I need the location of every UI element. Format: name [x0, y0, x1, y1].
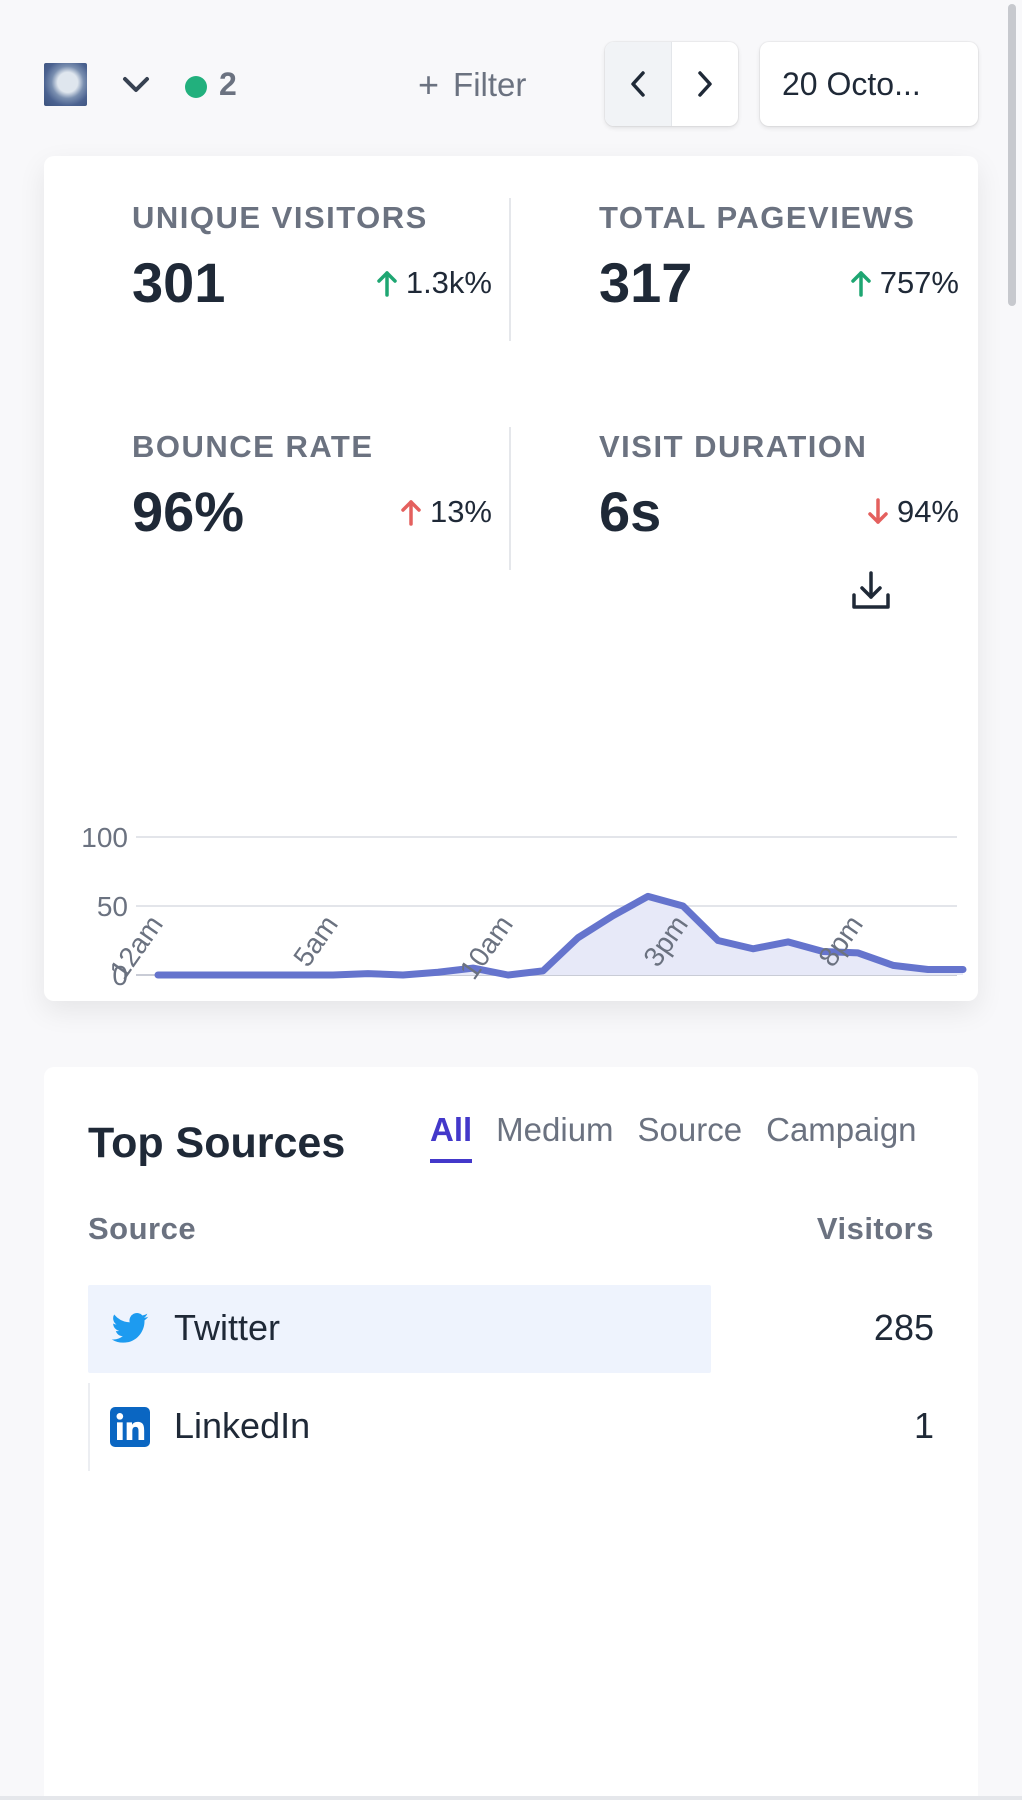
date-picker-button[interactable]: 20 Octo...: [760, 42, 978, 126]
live-status-dot: [185, 76, 207, 98]
source-column-header: Source: [88, 1211, 197, 1246]
stat-bounce-rate[interactable]: BOUNCE RATE 96% 13%: [132, 429, 492, 544]
chart-y-tick-label: 50: [97, 891, 128, 922]
stat-change-value: 1.3k%: [405, 264, 492, 300]
stat-label: BOUNCE RATE: [132, 429, 374, 464]
stat-change-value: 13%: [429, 493, 492, 529]
plus-icon: +: [418, 64, 440, 105]
download-icon[interactable]: [849, 569, 893, 613]
stat-unique-visitors[interactable]: UNIQUE VISITORS 301 1.3k%: [132, 200, 492, 315]
row-share-bar: [88, 1383, 90, 1471]
stat-visit-duration[interactable]: VISIT DURATION 6s 94%: [599, 429, 959, 544]
stat-divider: [509, 198, 511, 341]
previous-period-button[interactable]: [605, 42, 672, 126]
stat-change-value: 757%: [879, 264, 959, 300]
linkedin-icon: [110, 1407, 150, 1447]
chevron-right-icon: [698, 71, 712, 97]
arrow-down-icon: [868, 497, 888, 524]
visitors-chart[interactable]: 05010012am 5am 10am 3pm 8pm: [44, 656, 978, 1001]
chart-y-tick-label: 100: [81, 822, 128, 853]
top-bar: 2 + Filter 20 Octo...: [0, 0, 1022, 150]
chevron-down-icon[interactable]: [120, 70, 152, 100]
stat-label: UNIQUE VISITORS: [132, 200, 428, 235]
live-visitors-count: 2: [219, 66, 237, 102]
bottom-divider: [0, 1796, 1022, 1800]
stat-change: 1.3k%: [376, 265, 492, 301]
top-sources-card: Top Sources All Medium Source Campaign S…: [44, 1067, 978, 1800]
filter-label: Filter: [453, 66, 527, 103]
stat-value: 317: [599, 251, 693, 314]
site-thumbnail[interactable]: [44, 63, 87, 106]
tab-medium[interactable]: Medium: [496, 1111, 613, 1163]
arrow-up-icon: [401, 499, 421, 526]
chart-x-tick-label: 5am: [287, 910, 344, 972]
stat-divider: [509, 427, 511, 570]
source-tabs: All Medium Source Campaign: [430, 1111, 917, 1163]
stat-change: 94%: [867, 494, 959, 530]
stat-value: 6s: [599, 480, 662, 543]
next-period-button[interactable]: [672, 42, 738, 126]
arrow-up-icon: [377, 270, 397, 297]
stat-change: 757%: [850, 265, 959, 301]
top-sources-title: Top Sources: [88, 1119, 346, 1167]
stat-change: 13%: [400, 494, 492, 530]
chevron-left-icon: [631, 71, 645, 97]
arrow-up-icon: [850, 270, 871, 297]
visitors-column-header: Visitors: [816, 1211, 934, 1246]
stat-value: 301: [132, 251, 226, 314]
stat-total-pageviews[interactable]: TOTAL PAGEVIEWS 317 757%: [599, 200, 959, 315]
source-visitors: 285: [873, 1307, 934, 1348]
source-row-linkedin[interactable]: LinkedIn 1: [88, 1383, 934, 1471]
source-visitors: 1: [913, 1405, 934, 1446]
date-nav-group: [605, 42, 738, 126]
twitter-icon: [111, 1313, 149, 1343]
tab-campaign[interactable]: Campaign: [766, 1111, 916, 1163]
tab-all[interactable]: All: [430, 1111, 473, 1163]
stat-change-value: 94%: [896, 493, 959, 529]
filter-button[interactable]: + Filter: [418, 62, 526, 108]
stats-card: UNIQUE VISITORS 301 1.3k% TOTAL PAGEVIEW…: [44, 156, 978, 1001]
tab-source[interactable]: Source: [638, 1111, 743, 1163]
stat-label: TOTAL PAGEVIEWS: [599, 200, 916, 235]
stat-value: 96%: [132, 480, 245, 543]
source-name[interactable]: Twitter: [174, 1307, 280, 1349]
source-name[interactable]: LinkedIn: [174, 1405, 310, 1447]
stat-label: VISIT DURATION: [599, 429, 868, 464]
source-row-twitter[interactable]: Twitter 285: [88, 1285, 934, 1373]
page-scrollbar[interactable]: [1008, 4, 1016, 306]
